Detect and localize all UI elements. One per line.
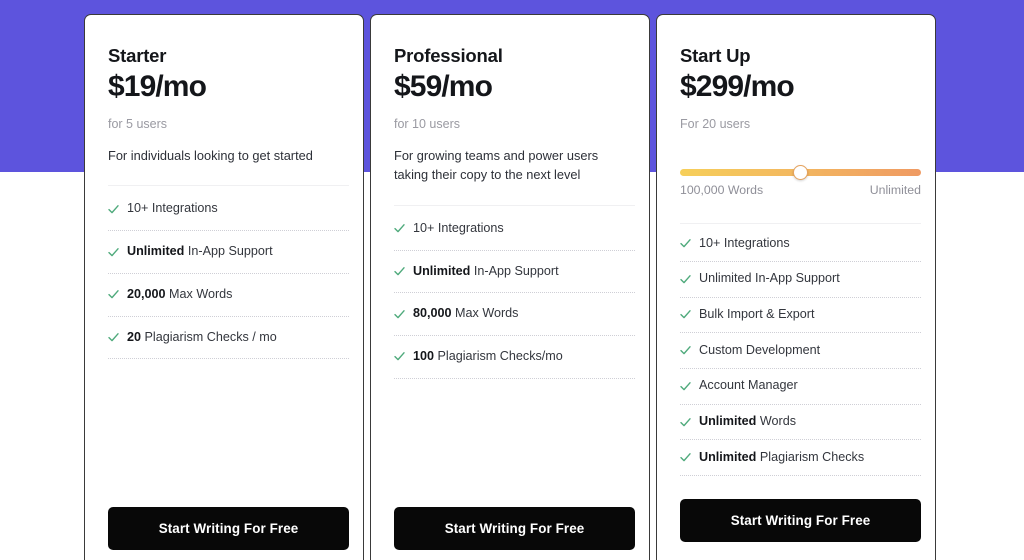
feature-item: 10+ Integrations xyxy=(108,188,349,232)
pricing-cards-row: Starter $19/mo for 5 users For individua… xyxy=(84,14,936,560)
feature-item: 20,000 Max Words xyxy=(108,274,349,317)
feature-text: 100 Plagiarism Checks/mo xyxy=(413,349,563,365)
feature-text: Bulk Import & Export xyxy=(699,307,814,323)
feature-item: 20 Plagiarism Checks / mo xyxy=(108,317,349,360)
feature-emphasis: Unlimited xyxy=(127,244,185,259)
feature-emphasis: 20,000 xyxy=(127,286,166,301)
check-icon xyxy=(680,381,691,392)
cta-container: Start Writing For Free xyxy=(394,507,635,560)
pricing-card-starter: Starter $19/mo for 5 users For individua… xyxy=(84,14,364,560)
check-icon xyxy=(394,223,405,234)
feature-text: 20 Plagiarism Checks / mo xyxy=(127,330,277,346)
feature-text: Unlimited Words xyxy=(699,414,796,430)
pricing-card-professional: Professional $59/mo for 10 users For gro… xyxy=(370,14,650,560)
feature-rest: 10+ Integrations xyxy=(127,201,218,216)
feature-emphasis: 100 xyxy=(413,349,435,364)
word-limit-slider[interactable]: 100,000 Words Unlimited xyxy=(680,165,921,197)
feature-text: Unlimited In-App Support xyxy=(127,244,273,260)
check-icon xyxy=(394,351,405,362)
feature-item: Unlimited In-App Support xyxy=(680,262,921,298)
feature-item: Unlimited In-App Support xyxy=(108,231,349,274)
slider-track[interactable] xyxy=(680,165,921,181)
plan-name: Start Up xyxy=(680,45,751,66)
check-icon xyxy=(394,266,405,277)
slider-max-label: Unlimited xyxy=(869,183,921,198)
feature-item: 80,000 Max Words xyxy=(394,293,635,337)
feature-text: Unlimited Plagiarism Checks xyxy=(699,450,864,466)
feature-rest: Unlimited In-App Support xyxy=(699,271,840,286)
feature-item: Account Manager xyxy=(680,369,921,405)
check-icon xyxy=(394,309,405,320)
feature-item: 10+ Integrations xyxy=(680,226,921,262)
feature-item: Unlimited Words xyxy=(680,405,921,441)
check-icon xyxy=(680,417,691,428)
cta-container: Start Writing For Free xyxy=(108,507,349,560)
check-icon xyxy=(108,332,119,343)
feature-rest: Plagiarism Checks/mo xyxy=(434,349,563,364)
feature-text: 10+ Integrations xyxy=(699,236,790,252)
feature-emphasis: 20 xyxy=(127,329,142,344)
plan-description: For individuals looking to get started xyxy=(108,148,313,164)
feature-text: Account Manager xyxy=(699,378,798,394)
feature-rest: Plagiarism Checks / mo xyxy=(141,329,277,344)
check-icon xyxy=(680,309,691,320)
check-icon xyxy=(680,238,691,249)
start-writing-button[interactable]: Start Writing For Free xyxy=(680,499,921,542)
feature-item: 100 Plagiarism Checks/mo xyxy=(394,336,635,379)
feature-list: 10+ Integrations Unlimited In-App Suppor… xyxy=(394,204,635,379)
plan-price: $299/mo xyxy=(680,70,795,104)
check-icon xyxy=(108,204,119,215)
slider-labels: 100,000 Words Unlimited xyxy=(680,183,921,197)
feature-rest: Max Words xyxy=(165,286,233,301)
feature-emphasis: Unlimited xyxy=(699,449,757,464)
feature-rest: Plagiarism Checks xyxy=(756,449,865,464)
plan-description: For growing teams and power users taking… xyxy=(394,148,599,183)
feature-item: Bulk Import & Export xyxy=(680,298,921,334)
feature-emphasis: 80,000 xyxy=(413,306,452,321)
feature-item: Unlimited In-App Support xyxy=(394,251,635,294)
plan-name: Professional xyxy=(394,45,503,66)
check-icon xyxy=(680,452,691,463)
feature-text: 20,000 Max Words xyxy=(127,287,232,303)
cta-container: Start Writing For Free xyxy=(680,499,921,560)
feature-emphasis: Unlimited xyxy=(413,263,471,278)
plan-users: for 10 users xyxy=(394,116,461,131)
feature-rest: Words xyxy=(756,414,797,429)
feature-text: 10+ Integrations xyxy=(127,201,218,217)
check-icon xyxy=(680,345,691,356)
plan-users: for 5 users xyxy=(108,116,168,131)
pricing-card-startup: Start Up $299/mo For 20 users 100,000 Wo… xyxy=(656,14,936,560)
check-icon xyxy=(680,274,691,285)
plan-name: Starter xyxy=(108,45,167,66)
slider-thumb[interactable] xyxy=(793,165,808,181)
feature-rest: In-App Support xyxy=(184,244,273,259)
feature-list: 10+ Integrations Unlimited In-App Suppor… xyxy=(680,223,921,477)
start-writing-button[interactable]: Start Writing For Free xyxy=(108,507,349,550)
feature-rest: Custom Development xyxy=(699,342,821,357)
check-icon xyxy=(108,289,119,300)
feature-emphasis: Unlimited xyxy=(699,414,757,429)
feature-item: Unlimited Plagiarism Checks xyxy=(680,440,921,477)
feature-text: Custom Development xyxy=(699,343,820,359)
check-icon xyxy=(108,247,119,258)
feature-rest: 10+ Integrations xyxy=(413,220,504,235)
feature-list: 10+ Integrations Unlimited In-App Suppor… xyxy=(108,185,349,360)
plan-price: $19/mo xyxy=(108,70,207,104)
feature-rest: Bulk Import & Export xyxy=(699,307,815,321)
feature-text: 10+ Integrations xyxy=(413,221,504,237)
plan-users: For 20 users xyxy=(680,116,751,131)
slider-min-label: 100,000 Words xyxy=(680,183,764,198)
feature-item: 10+ Integrations xyxy=(394,208,635,251)
feature-rest: Max Words xyxy=(451,306,519,321)
feature-text: Unlimited In-App Support xyxy=(413,264,559,280)
feature-rest: 10+ Integrations xyxy=(699,235,790,250)
feature-text: Unlimited In-App Support xyxy=(699,271,840,287)
feature-rest: In-App Support xyxy=(470,263,559,278)
feature-rest: Account Manager xyxy=(699,378,798,393)
plan-price: $59/mo xyxy=(394,70,493,104)
start-writing-button[interactable]: Start Writing For Free xyxy=(394,507,635,550)
feature-text: 80,000 Max Words xyxy=(413,306,518,322)
feature-item: Custom Development xyxy=(680,333,921,369)
